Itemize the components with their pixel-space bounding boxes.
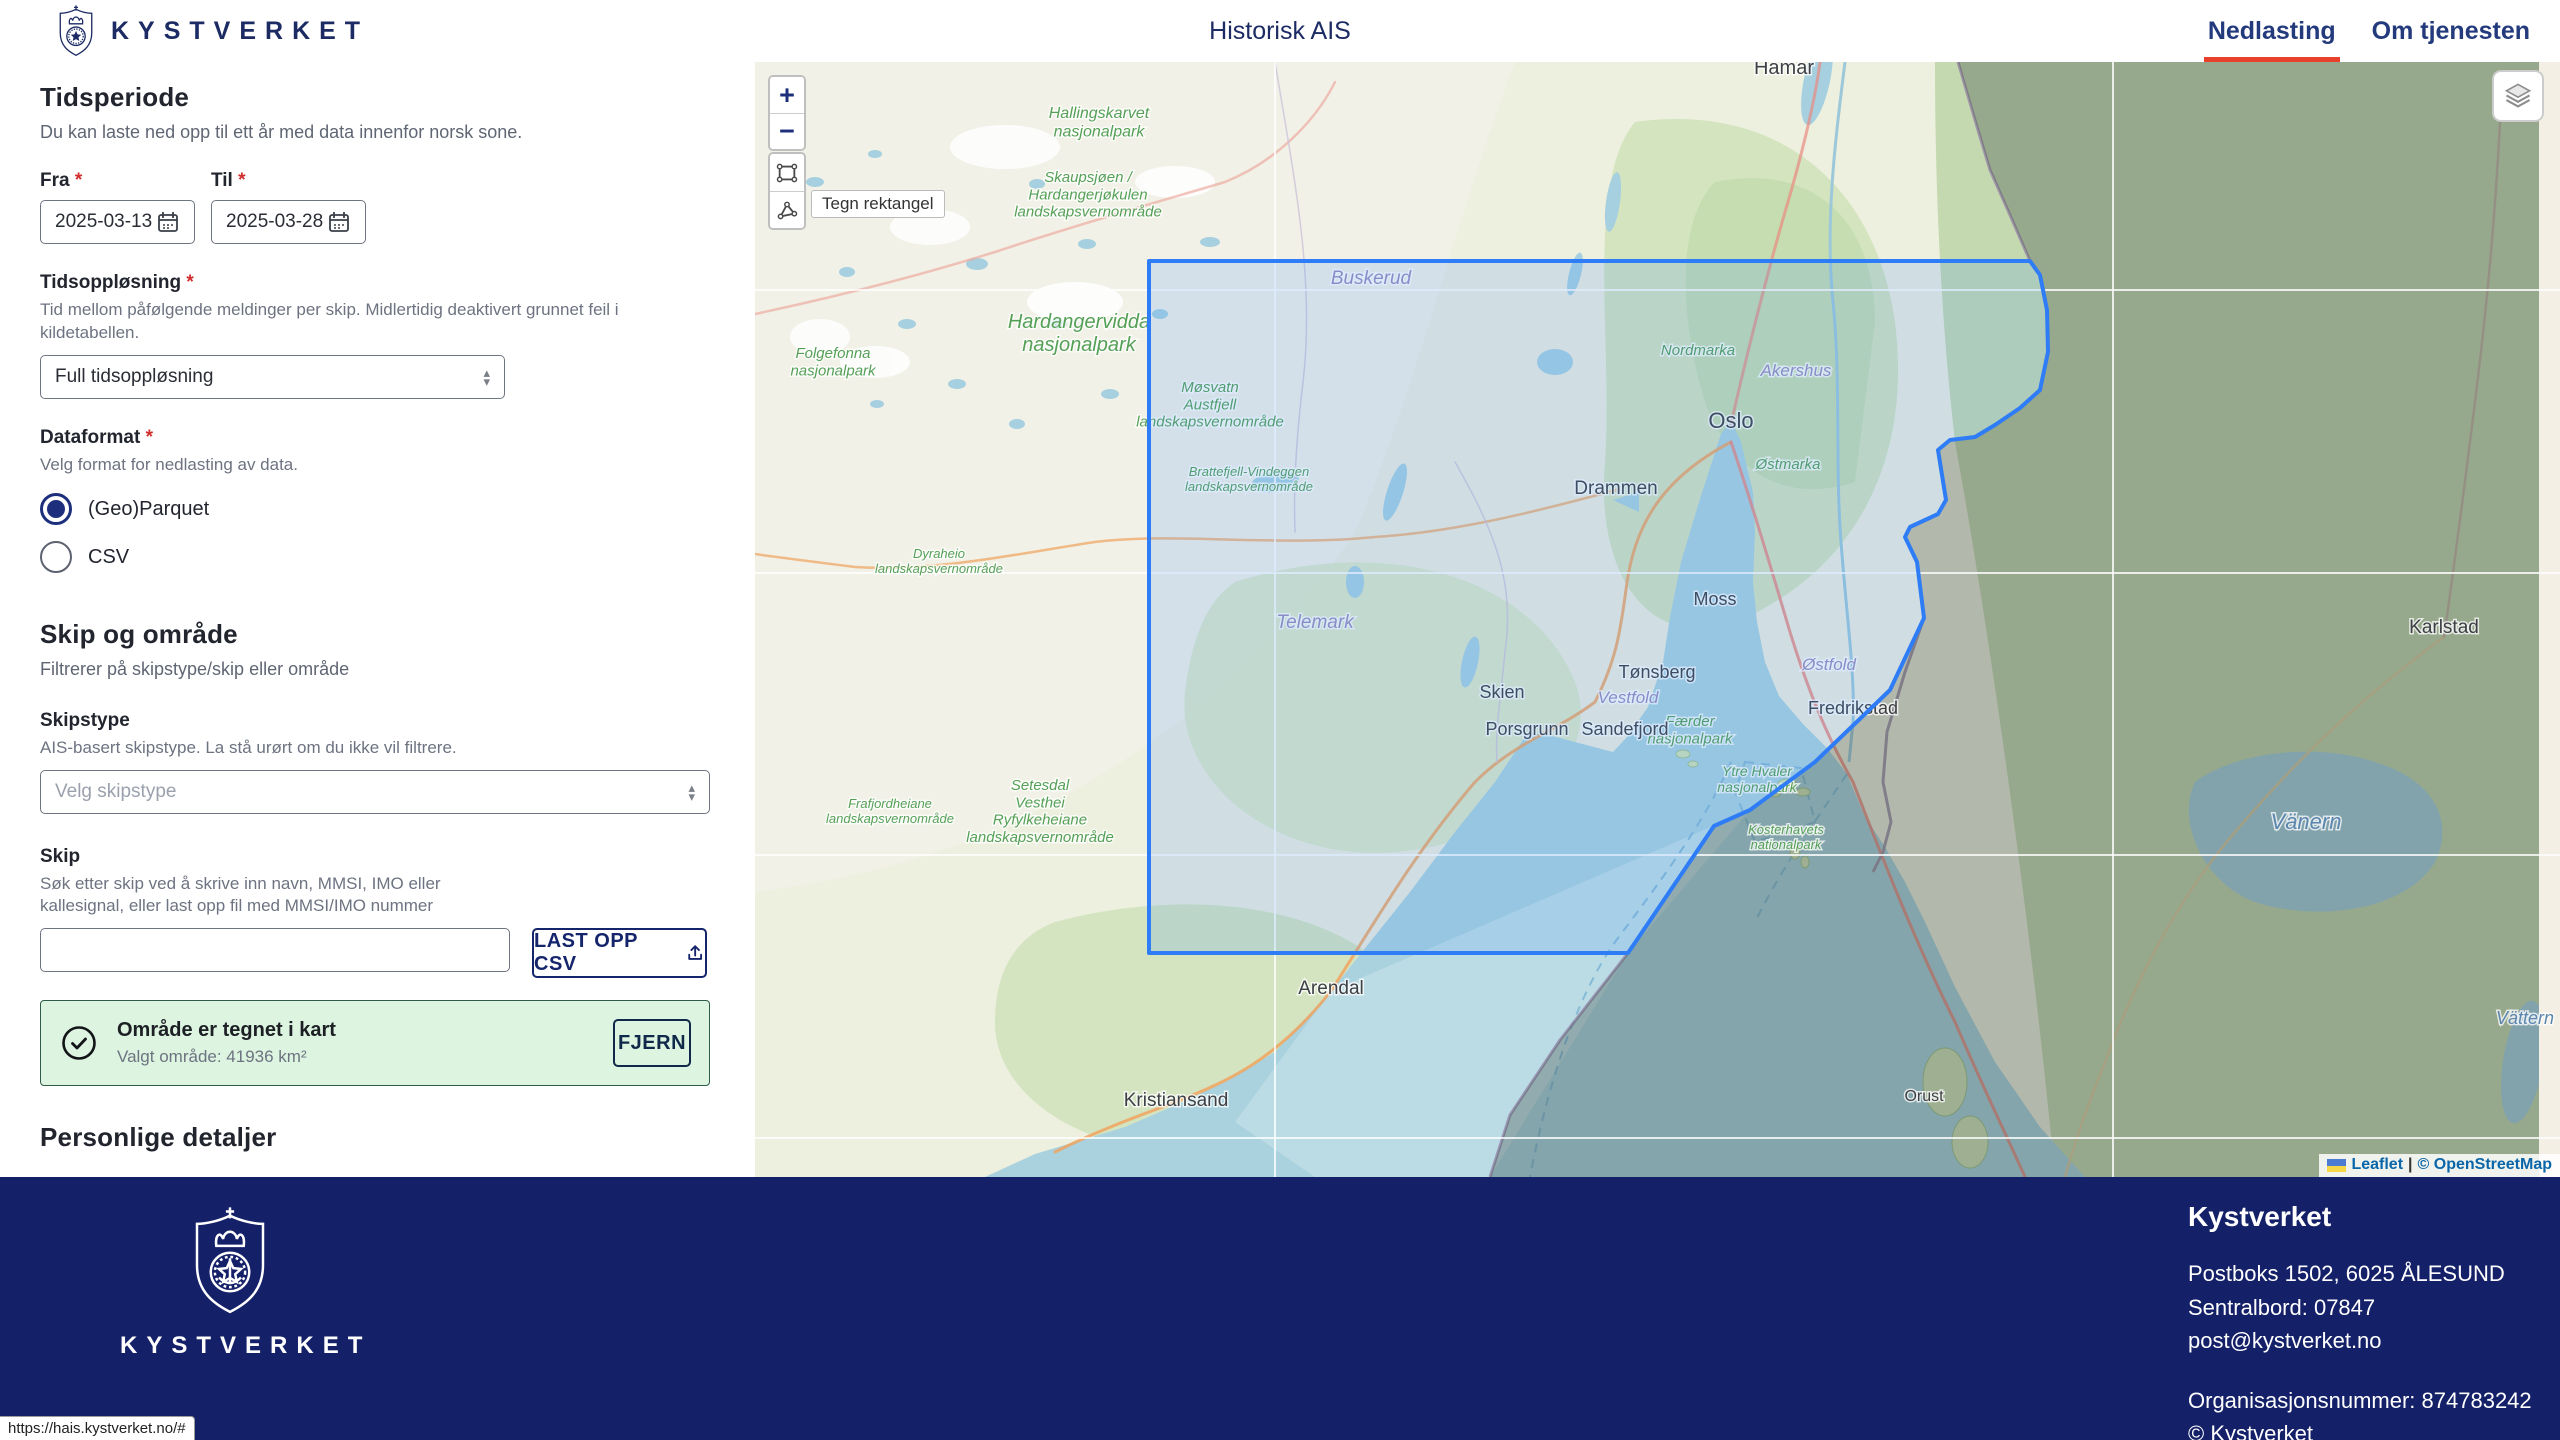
footer-copyright: © Kystverket bbox=[2188, 1420, 2532, 1440]
skipstype-select[interactable]: Velg skipstype ▴▾ bbox=[40, 770, 710, 814]
active-tab-indicator bbox=[2204, 57, 2340, 62]
select-chevrons-icon: ▴▾ bbox=[483, 368, 490, 386]
skip-helper: Søk etter skip ved å skrive inn navn, MM… bbox=[40, 873, 510, 919]
tidsopplosning-helper: Tid mellom påfølgende meldinger per skip… bbox=[40, 299, 680, 345]
footer-phone: Sentralbord: 07847 bbox=[2188, 1294, 2532, 1322]
page-title: Historisk AIS bbox=[1209, 17, 1351, 46]
footer-heading: Kystverket bbox=[2188, 1199, 2532, 1234]
fra-label: Fra * bbox=[40, 170, 195, 192]
footer-brand-name: KYSTVERKET bbox=[120, 1332, 340, 1360]
download-form-panel: Tidsperiode Du kan laste ned opp til ett… bbox=[0, 62, 755, 1177]
map-canvas[interactable]: HamarHallingskarvetnasjonalparkSkaupsjøe… bbox=[755, 62, 2560, 1177]
check-circle-icon bbox=[61, 1025, 97, 1061]
svg-text:Hallingskarvetnasjonalpark: Hallingskarvetnasjonalpark bbox=[1049, 105, 1150, 140]
skip-omrade-description: Filtrerer på skipstype/skip eller område bbox=[40, 658, 710, 681]
section-tidsperiode: Tidsperiode bbox=[40, 82, 710, 113]
tidsopplosning-label: Tidsoppløsning * bbox=[40, 272, 194, 293]
footer-address: Postboks 1502, 6025 ÅLESUND bbox=[2188, 1260, 2532, 1288]
ukraine-flag-icon bbox=[2327, 1159, 2346, 1172]
skipstype-label: Skipstype bbox=[40, 710, 130, 731]
draw-tooltip: Tegn rektangel bbox=[811, 190, 945, 218]
skipstype-helper: AIS-basert skipstype. La stå urørt om du… bbox=[40, 737, 710, 760]
header-nav: Nedlasting Om tjenesten bbox=[2190, 0, 2548, 62]
svg-text:Kristiansand: Kristiansand bbox=[1124, 1090, 1229, 1111]
brand-name: KYSTVERKET bbox=[111, 17, 369, 46]
zoom-out-button[interactable]: − bbox=[770, 113, 804, 149]
svg-text:Folgefonnanasjonalpark: Folgefonnanasjonalpark bbox=[790, 345, 877, 379]
last-opp-csv-button[interactable]: LAST OPP CSV bbox=[532, 928, 707, 978]
kystverket-logo[interactable]: KYSTVERKET bbox=[55, 4, 369, 58]
page-footer: KYSTVERKET Kystverket Postboks 1502, 602… bbox=[0, 1177, 2560, 1440]
select-chevrons-icon: ▴▾ bbox=[688, 783, 695, 801]
polygon-tool-icon bbox=[776, 199, 798, 221]
kystverket-emblem-icon bbox=[186, 1205, 274, 1317]
tidsopplosning-select[interactable]: Full tidsoppløsning ▴▾ bbox=[40, 355, 505, 399]
svg-text:Vättern: Vättern bbox=[2496, 1008, 2554, 1028]
footer-email[interactable]: post@kystverket.no bbox=[2188, 1327, 2532, 1355]
svg-text:Karlstad: Karlstad bbox=[2409, 617, 2479, 638]
til-label: Til * bbox=[211, 170, 366, 192]
browser-link-preview: https://hais.kystverket.no/# bbox=[0, 1416, 195, 1440]
dataformat-helper: Velg format for nedlasting av data. bbox=[40, 454, 710, 477]
footer-contact-info: Kystverket Postboks 1502, 6025 ÅLESUND S… bbox=[2188, 1199, 2532, 1440]
nav-item-om-tjenesten[interactable]: Om tjenesten bbox=[2354, 0, 2548, 62]
draw-polygon-button[interactable] bbox=[770, 191, 804, 228]
section-personlige: Personlige detaljer bbox=[40, 1122, 710, 1153]
til-date-input[interactable]: 2025-03-28 bbox=[211, 200, 366, 244]
map-attribution: Leaflet | © OpenStreetMap bbox=[2319, 1154, 2560, 1177]
radio-unselected-icon[interactable] bbox=[40, 541, 72, 573]
radio-geoparquet[interactable]: (Geo)Parquet bbox=[40, 493, 710, 525]
svg-text:Hamar: Hamar bbox=[1754, 62, 1814, 79]
area-drawn-status: Område er tegnet i kart Valgt område: 41… bbox=[40, 1000, 710, 1086]
upload-icon bbox=[685, 942, 705, 964]
zoom-control: + − bbox=[768, 75, 806, 151]
tidsperiode-description: Du kan laste ned opp til ett år med data… bbox=[40, 121, 710, 144]
draw-rectangle-button[interactable] bbox=[770, 154, 804, 191]
kystverket-emblem-icon bbox=[55, 4, 97, 58]
area-status-text: Område er tegnet i kart Valgt område: 41… bbox=[117, 1019, 336, 1067]
svg-text:Orust: Orust bbox=[1904, 1088, 1944, 1105]
svg-text:Kosterhavetsnationalpark: Kosterhavetsnationalpark bbox=[1748, 822, 1824, 852]
leaflet-link[interactable]: Leaflet bbox=[2351, 1156, 2403, 1174]
radio-selected-icon[interactable] bbox=[40, 493, 72, 525]
radio-csv[interactable]: CSV bbox=[40, 541, 710, 573]
map-tiles: HamarHallingskarvetnasjonalparkSkaupsjøe… bbox=[755, 62, 2560, 1177]
nav-item-nedlasting[interactable]: Nedlasting bbox=[2190, 0, 2354, 62]
area-status-subtitle: Valgt område: 41936 km² bbox=[117, 1047, 336, 1067]
footer-org-number: Organisasjonsnummer: 874783242 bbox=[2188, 1387, 2532, 1415]
layers-control[interactable] bbox=[2492, 70, 2544, 122]
calendar-icon[interactable] bbox=[156, 210, 180, 234]
skip-search-input[interactable] bbox=[40, 928, 510, 972]
calendar-icon[interactable] bbox=[327, 210, 351, 234]
fra-date-input[interactable]: 2025-03-13 bbox=[40, 200, 195, 244]
zoom-in-button[interactable]: + bbox=[770, 77, 804, 113]
dataformat-label: Dataformat * bbox=[40, 427, 153, 448]
layers-icon bbox=[2503, 81, 2533, 111]
osm-link[interactable]: © OpenStreetMap bbox=[2418, 1156, 2552, 1174]
draw-control bbox=[768, 152, 806, 230]
fjern-button[interactable]: FJERN bbox=[613, 1019, 691, 1067]
section-skip-omrade: Skip og område bbox=[40, 619, 710, 650]
skip-label: Skip bbox=[40, 846, 80, 867]
svg-text:Arendal: Arendal bbox=[1298, 978, 1364, 999]
svg-text:Hardangerviddanasjonalpark: Hardangerviddanasjonalpark bbox=[1008, 311, 1150, 356]
rectangle-tool-icon bbox=[776, 162, 798, 184]
footer-logo: KYSTVERKET bbox=[120, 1205, 340, 1360]
svg-text:Vänern: Vänern bbox=[2271, 809, 2342, 834]
app-header: KYSTVERKET Historisk AIS Nedlasting Om t… bbox=[0, 0, 2560, 62]
area-status-title: Område er tegnet i kart bbox=[117, 1019, 336, 1042]
